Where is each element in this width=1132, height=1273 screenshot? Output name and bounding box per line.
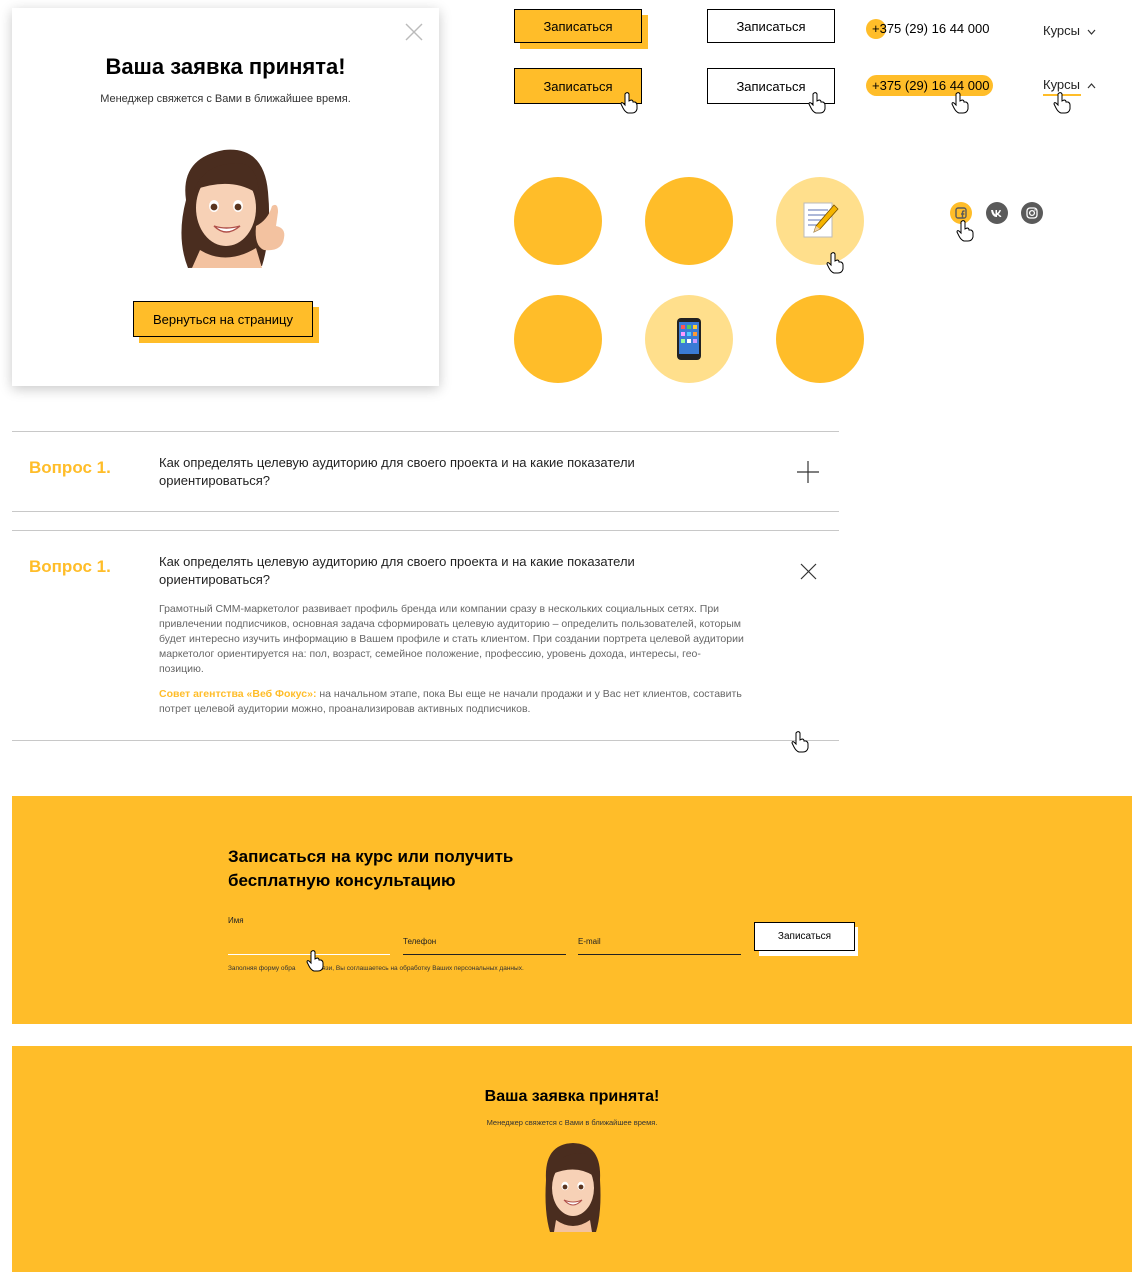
hand-pointer-icon <box>951 92 969 114</box>
close-icon[interactable] <box>404 22 424 42</box>
courses-menu-label-hover: Курсы <box>1043 77 1081 92</box>
consent-text: Заполняя форму обра связи, Вы соглашаетес… <box>228 965 524 972</box>
signup-form-section: Записаться на курс или получить бесплатн… <box>12 796 1132 1024</box>
back-to-page-button-group: Вернуться на страницу <box>133 301 319 343</box>
faq-tip-label: Совет агентства «Веб Фокус»: <box>159 688 317 700</box>
vk-icon[interactable] <box>986 202 1008 224</box>
plus-icon[interactable] <box>797 461 819 483</box>
feature-circle[interactable] <box>514 295 602 383</box>
feature-circle[interactable] <box>776 295 864 383</box>
feature-circle[interactable] <box>645 177 733 265</box>
feature-circle[interactable] <box>514 177 602 265</box>
email-field-label: E-mail <box>578 937 601 946</box>
success-subtitle: Менеджер свяжется с Вами в ближайшее вре… <box>486 1118 658 1127</box>
courses-menu-hover[interactable]: Курсы <box>1043 77 1096 92</box>
success-title: Ваша заявка принята! <box>484 1088 660 1105</box>
divider <box>12 740 839 741</box>
avatar-thumbs-up-icon <box>181 149 285 268</box>
faq-tip: Совет агентства «Веб Фокус»: на начально… <box>159 687 744 717</box>
name-field-label: Имя <box>228 916 244 925</box>
consent-text-a: Заполняя форму обра <box>228 965 296 972</box>
memo-emoji-icon <box>803 202 839 238</box>
faq-answer: Грамотный СММ-маркетолог развивает профи… <box>159 603 744 675</box>
faq-question-text[interactable]: Как определять целевую аудиторию для сво… <box>159 553 679 589</box>
close-x-icon[interactable] <box>800 563 817 580</box>
divider <box>12 530 839 531</box>
signup-button-outline[interactable]: Записаться <box>707 9 835 43</box>
phone-link-hover[interactable]: +375 (29) 16 44 000 <box>872 78 989 93</box>
divider <box>12 511 839 512</box>
phone-link[interactable]: +375 (29) 16 44 000 <box>872 21 989 36</box>
phone-field[interactable] <box>403 954 566 955</box>
chevron-up-icon <box>1087 83 1096 89</box>
chevron-down-icon <box>1087 29 1096 35</box>
instagram-icon[interactable] <box>1021 202 1043 224</box>
form-submit-group: Записаться <box>754 922 858 956</box>
faq-question-label: Вопрос 1. <box>29 458 111 477</box>
divider <box>12 431 839 432</box>
courses-menu[interactable]: Курсы <box>1043 23 1096 38</box>
back-to-page-button[interactable]: Вернуться на страницу <box>133 301 313 337</box>
faq-question-label: Вопрос 1. <box>29 557 111 576</box>
modal-title: Ваша заявка принята! <box>105 54 346 79</box>
faq-question-text[interactable]: Как определять целевую аудиторию для сво… <box>159 454 679 490</box>
modal-subtitle: Менеджер свяжется с Вами в ближайшее вре… <box>100 93 351 105</box>
feature-circle-hover[interactable] <box>645 295 733 383</box>
hand-pointer-icon <box>956 220 974 242</box>
form-submit-button[interactable]: Записаться <box>754 922 855 951</box>
success-section: Ваша заявка принята! Менеджер свяжется с… <box>12 1046 1132 1272</box>
hand-pointer-icon <box>791 731 809 753</box>
hand-pointer-icon <box>826 252 844 274</box>
hand-pointer-icon <box>1053 92 1071 114</box>
email-field[interactable] <box>578 954 741 955</box>
hand-pointer-icon <box>306 950 324 972</box>
phone-field-label: Телефон <box>403 937 437 946</box>
avatar-icon <box>545 1143 601 1232</box>
signup-button-group: Записаться <box>514 9 648 49</box>
consent-text-b: связи, Вы соглашаетесь на обработку Ваши… <box>315 965 524 972</box>
form-title: Записаться на курс или получить бесплатн… <box>228 847 514 890</box>
courses-menu-label: Курсы <box>1043 23 1081 38</box>
success-modal: Ваша заявка принята! Менеджер свяжется с… <box>12 8 439 386</box>
signup-button-default[interactable]: Записаться <box>514 9 642 43</box>
hand-pointer-icon <box>808 92 826 114</box>
phone-emoji-icon <box>677 318 701 360</box>
hand-pointer-icon <box>620 92 638 114</box>
feature-circle-hover[interactable] <box>776 177 864 265</box>
